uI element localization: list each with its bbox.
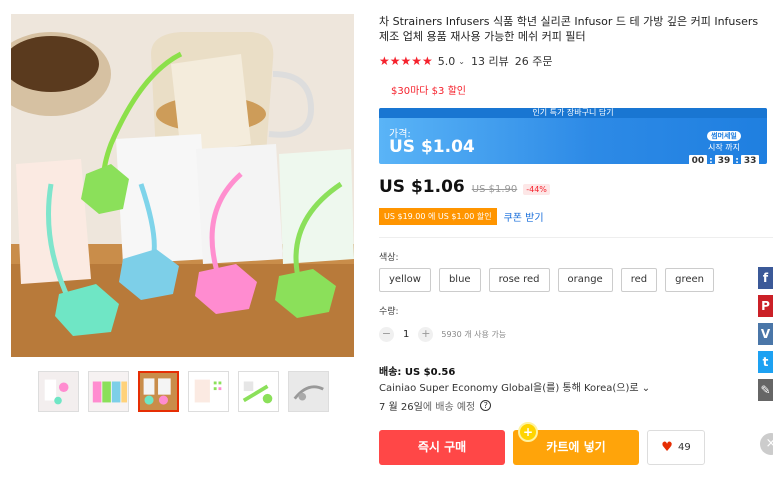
thumbnail-strip [38, 371, 329, 412]
quantity-label: 수량: [379, 307, 399, 317]
color-label: 색상: [379, 253, 399, 263]
rating-row: ★★★★★ 5.0 ⌄ 13 리뷰 26 주문 [379, 53, 552, 69]
minus-icon[interactable]: − [379, 327, 394, 342]
flash-timer: 썸머세일 시작 까지 00 : 39 : 33 [688, 123, 760, 164]
coupon-tag: US $19.00 에 US $1.00 할인 [379, 208, 497, 225]
discount-badge: -44% [523, 184, 550, 195]
countdown-colon: : [735, 156, 739, 164]
store-promo[interactable]: $30마다 $3 할인 [391, 82, 466, 97]
quantity-available: 5930 개 사용 가능 [441, 330, 507, 339]
shipping-method-text: Cainiao Super Economy Global을(를) 통해 Kore… [379, 383, 639, 394]
countdown-hours: 00 [688, 155, 708, 164]
rating-stars: ★★★★★ [379, 54, 433, 68]
quantity-value[interactable]: 1 [403, 329, 409, 340]
quantity-stepper: − 1 + 5930 개 사용 가능 [379, 327, 506, 342]
get-coupon-link[interactable]: 쿠폰 받기 [504, 209, 544, 224]
main-product-image[interactable] [11, 14, 354, 357]
plus-icon[interactable]: + [418, 327, 434, 342]
flash-price: US $1.04 [389, 137, 475, 157]
flash-timer-label: 시작 까지 [708, 143, 740, 152]
thumbnail-5[interactable] [238, 371, 279, 412]
countdown: 00 : 39 : 33 [688, 155, 760, 164]
color-option-blue[interactable]: blue [438, 268, 481, 292]
current-price: US $1.06 [379, 177, 465, 197]
coupon-row: US $19.00 에 US $1.00 할인 쿠폰 받기 [379, 208, 544, 225]
pinterest-icon[interactable]: P [758, 295, 773, 317]
tea-infusers-photo [11, 14, 354, 357]
delivery-estimate: 7 월 26일 에 배송 예정 ? [379, 398, 492, 413]
vk-icon[interactable]: V [758, 323, 773, 345]
color-option-yellow[interactable]: yellow [379, 268, 431, 292]
color-option-green[interactable]: green [665, 268, 715, 292]
wishlist-count: 49 [677, 442, 691, 453]
edit-icon[interactable]: ✎ [758, 379, 773, 401]
wishlist-button[interactable]: ♥ 49 [647, 430, 705, 465]
order-count: 26 주문 [514, 55, 553, 68]
color-option-rose-red[interactable]: rose red [488, 268, 550, 292]
buy-now-button[interactable]: 즉시 구매 [379, 430, 505, 465]
countdown-seconds: 33 [740, 155, 760, 164]
thumbnail-6[interactable] [288, 371, 329, 412]
rating-value: 5.0 [437, 54, 456, 68]
color-option-red[interactable]: red [620, 268, 658, 292]
thumbnail-1[interactable] [38, 371, 79, 412]
thumbnail-3[interactable] [138, 371, 179, 412]
color-options: yellow blue rose red orange red green [379, 268, 715, 292]
delivery-date-suffix: 에 배송 예정 [422, 402, 476, 413]
thumbnail-4[interactable] [188, 371, 229, 412]
summer-sale-badge: 썸머세일 [707, 131, 741, 141]
countdown-colon: : [709, 156, 713, 164]
facebook-icon[interactable]: f [758, 267, 773, 289]
color-option-orange[interactable]: orange [557, 268, 613, 292]
coin-icon: + [518, 422, 538, 442]
countdown-minutes: 39 [714, 155, 734, 164]
chevron-down-icon[interactable]: ⌄ [642, 383, 650, 394]
product-title: 차 Strainers Infusers 식품 학년 실리콘 Infusor 드… [379, 15, 759, 43]
question-icon[interactable]: ? [480, 400, 492, 411]
shipping-method[interactable]: Cainiao Super Economy Global을(를) 통해 Kore… [379, 379, 650, 394]
review-count[interactable]: 13 리뷰 [471, 53, 509, 69]
social-share-bar: f P V t ✎ [758, 267, 773, 407]
thumbnail-2[interactable] [88, 371, 129, 412]
divider [379, 237, 773, 238]
price-row: US $1.06 US $1.90 -44% [379, 177, 550, 197]
flash-deal-title: 인기 특가 장바구니 담기 [379, 108, 767, 118]
heart-icon: ♥ [661, 440, 673, 455]
chevron-down-icon[interactable]: ⌄ [458, 57, 465, 66]
original-price: US $1.90 [471, 184, 518, 195]
twitter-icon[interactable]: t [758, 351, 773, 373]
delivery-date: 7 월 26일 [379, 402, 423, 413]
close-icon[interactable]: × [760, 433, 773, 455]
shipping-price: 배송: US $0.56 [379, 367, 456, 378]
flash-deal-banner: 인기 특가 장바구니 담기 가격: US $1.04 썸머세일 시작 까지 00… [379, 108, 767, 164]
